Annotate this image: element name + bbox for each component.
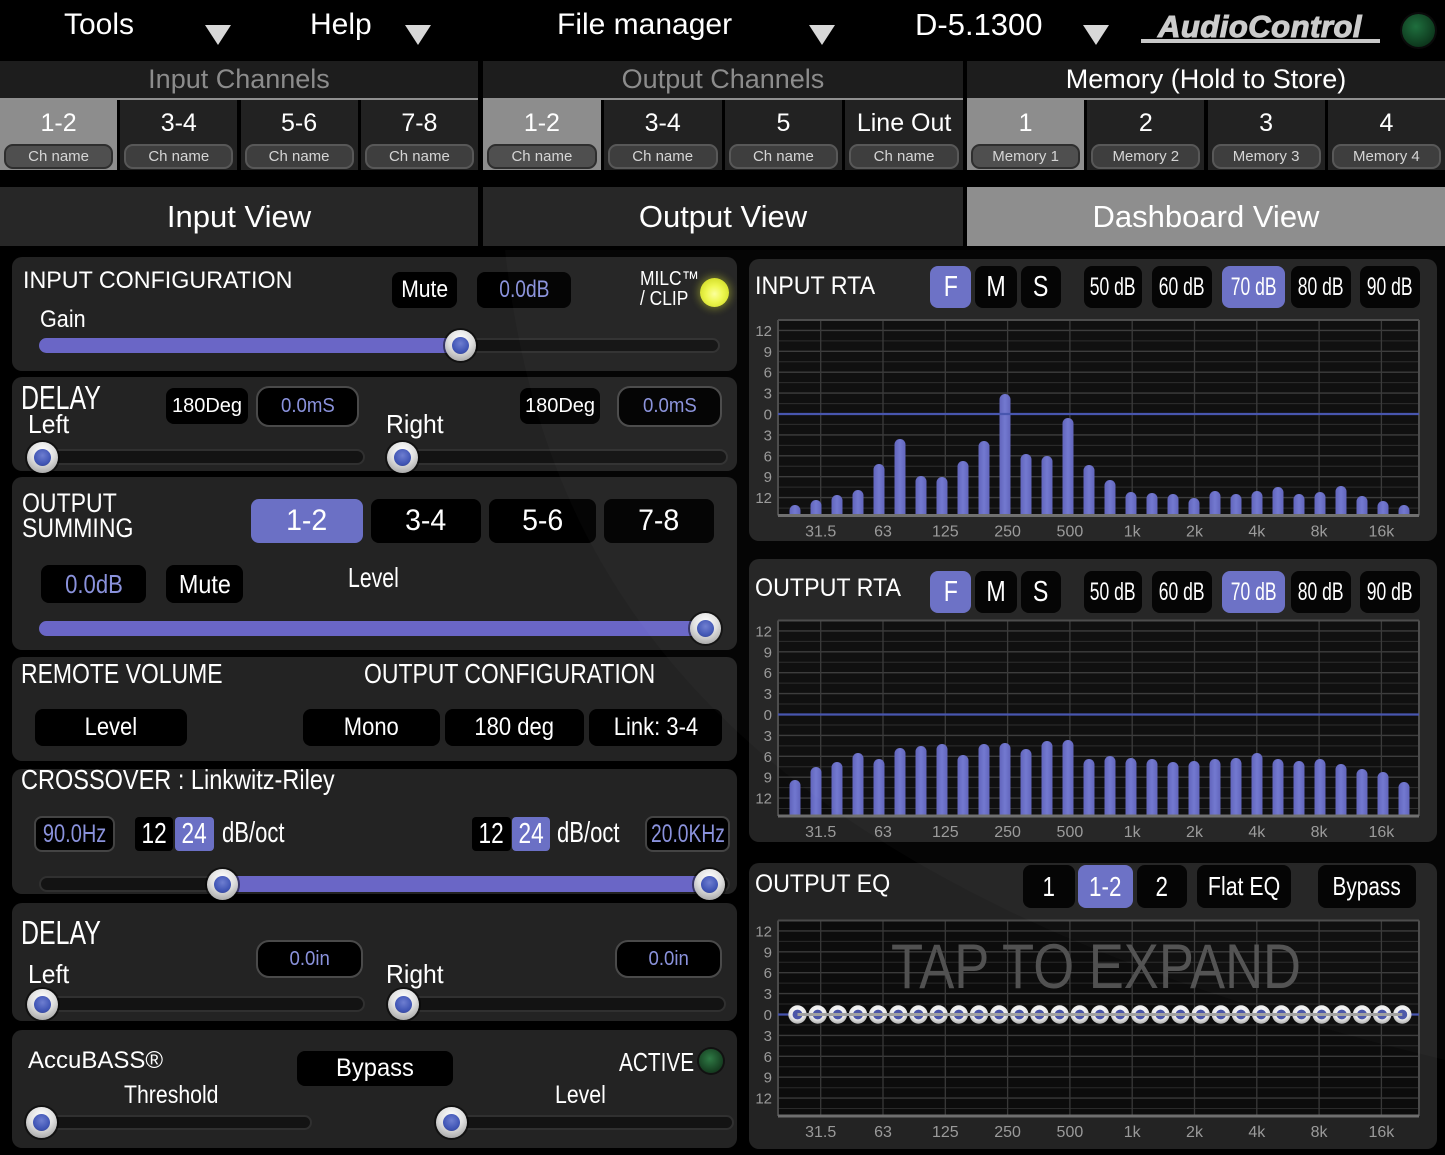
svg-text:0: 0 [764, 1007, 772, 1024]
svg-text:1k: 1k [1124, 1124, 1142, 1141]
svg-text:6: 6 [764, 749, 772, 766]
svg-text:4k: 4k [1248, 1124, 1266, 1141]
svg-text:9: 9 [764, 944, 772, 961]
svg-text:31.5: 31.5 [805, 524, 836, 541]
svg-text:9: 9 [764, 1070, 772, 1087]
svg-text:4k: 4k [1248, 524, 1266, 541]
svg-text:16k: 16k [1369, 1124, 1396, 1141]
svg-text:6: 6 [764, 965, 772, 982]
svg-text:125: 125 [932, 1124, 959, 1141]
svg-text:2k: 2k [1186, 824, 1204, 841]
svg-text:12: 12 [755, 623, 772, 640]
svg-text:12: 12 [755, 1091, 772, 1108]
svg-text:16k: 16k [1369, 824, 1396, 841]
svg-text:3: 3 [764, 986, 772, 1003]
svg-text:63: 63 [874, 824, 892, 841]
svg-text:6: 6 [764, 448, 772, 465]
svg-text:12: 12 [755, 791, 772, 808]
svg-text:8k: 8k [1311, 1124, 1329, 1141]
svg-text:63: 63 [874, 1124, 892, 1141]
svg-text:12: 12 [755, 323, 772, 340]
svg-text:8k: 8k [1311, 524, 1329, 541]
svg-text:4k: 4k [1248, 824, 1266, 841]
svg-text:1k: 1k [1124, 524, 1142, 541]
svg-text:0: 0 [764, 707, 772, 724]
svg-text:6: 6 [764, 665, 772, 682]
svg-text:9: 9 [764, 344, 772, 361]
svg-text:9: 9 [764, 469, 772, 486]
svg-text:125: 125 [932, 524, 959, 541]
svg-text:3: 3 [764, 728, 772, 745]
svg-text:TAP TO EXPAND: TAP TO EXPAND [891, 932, 1301, 1002]
svg-text:3: 3 [764, 1028, 772, 1045]
svg-text:9: 9 [764, 644, 772, 661]
svg-text:250: 250 [994, 1124, 1021, 1141]
svg-text:250: 250 [994, 524, 1021, 541]
svg-text:3: 3 [764, 427, 772, 444]
svg-text:9: 9 [764, 770, 772, 787]
svg-text:8k: 8k [1311, 824, 1329, 841]
svg-text:16k: 16k [1369, 524, 1396, 541]
svg-text:2k: 2k [1186, 1124, 1204, 1141]
svg-text:3: 3 [764, 686, 772, 703]
svg-text:500: 500 [1057, 824, 1084, 841]
svg-text:1k: 1k [1124, 824, 1142, 841]
svg-text:125: 125 [932, 824, 959, 841]
svg-text:12: 12 [755, 490, 772, 507]
svg-text:0: 0 [764, 407, 772, 424]
svg-text:63: 63 [874, 524, 892, 541]
svg-text:500: 500 [1057, 524, 1084, 541]
svg-text:6: 6 [764, 1049, 772, 1066]
svg-text:250: 250 [994, 824, 1021, 841]
svg-text:500: 500 [1057, 1124, 1084, 1141]
svg-text:31.5: 31.5 [805, 1124, 836, 1141]
svg-text:6: 6 [764, 365, 772, 382]
svg-text:31.5: 31.5 [805, 824, 836, 841]
svg-text:2k: 2k [1186, 524, 1204, 541]
svg-text:12: 12 [755, 923, 772, 940]
svg-text:3: 3 [764, 386, 772, 403]
